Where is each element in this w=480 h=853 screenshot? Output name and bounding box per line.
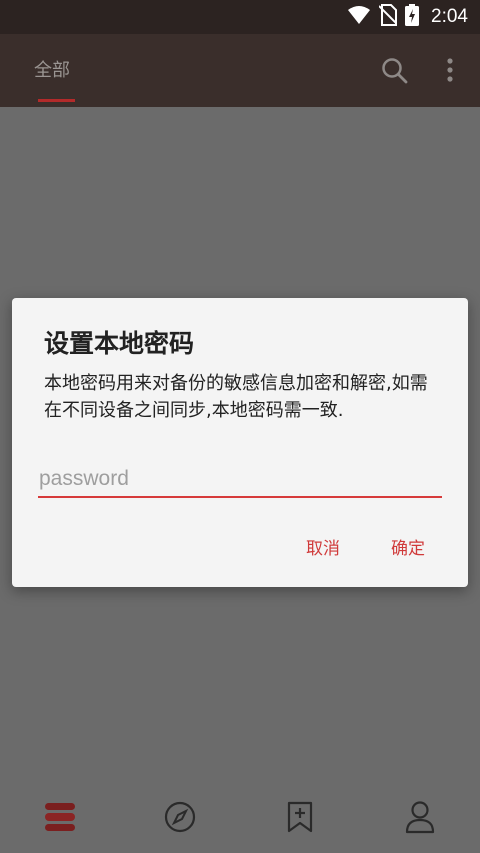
confirm-button[interactable]: 确定 xyxy=(391,534,425,559)
battery-charging-icon xyxy=(405,4,420,30)
wifi-icon xyxy=(347,5,371,29)
tab-all[interactable]: 全部 xyxy=(34,56,70,82)
bookmark-add-icon xyxy=(286,801,314,837)
nav-discover[interactable] xyxy=(162,801,198,837)
bottom-nav xyxy=(0,773,480,853)
password-input[interactable] xyxy=(38,464,442,498)
search-icon xyxy=(380,58,410,90)
more-options-button[interactable] xyxy=(438,56,462,86)
dialog-title: 设置本地密码 xyxy=(44,329,195,358)
more-vert-icon xyxy=(438,58,462,90)
search-button[interactable] xyxy=(380,56,410,86)
nav-bookmarks[interactable] xyxy=(282,801,318,837)
bookshelf-icon xyxy=(43,802,77,836)
set-local-password-dialog: 设置本地密码 本地密码用来对备份的敏感信息加密和解密,如需在不同设备之间同步,本… xyxy=(12,298,468,587)
status-time: 2:04 xyxy=(431,6,468,27)
person-icon xyxy=(405,800,435,838)
cancel-button[interactable]: 取消 xyxy=(306,534,340,559)
status-bar: 2:04 xyxy=(0,0,480,34)
no-sim-icon xyxy=(378,4,398,30)
app-bar: 全部 xyxy=(0,34,480,107)
nav-profile[interactable] xyxy=(402,801,438,837)
compass-icon xyxy=(164,801,196,837)
dialog-message: 本地密码用来对备份的敏感信息加密和解密,如需在不同设备之间同步,本地密码需一致. xyxy=(44,373,428,421)
nav-bookshelf[interactable] xyxy=(42,801,78,837)
status-icons: 2:04 xyxy=(347,0,468,34)
tab-indicator xyxy=(38,99,75,102)
